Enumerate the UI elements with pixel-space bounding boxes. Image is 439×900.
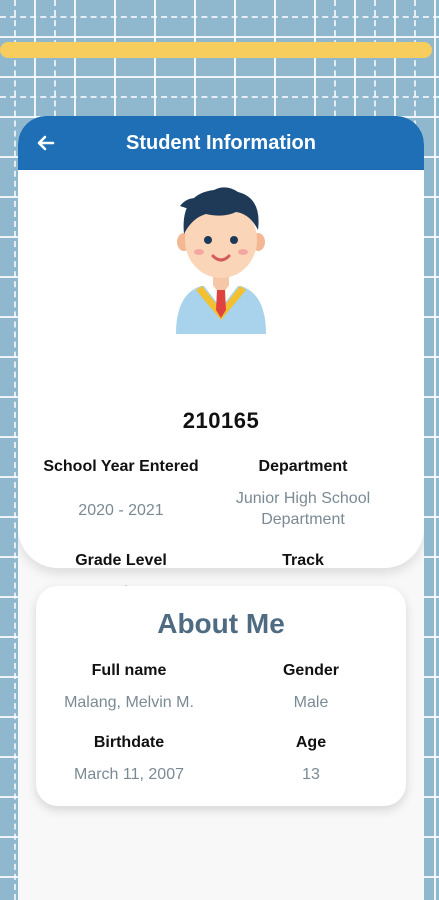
- page-title: Student Information: [126, 131, 316, 154]
- about-me-title: About Me: [157, 608, 285, 639]
- grade-level-label: Grade Level: [75, 552, 167, 569]
- department-value-line1: Junior High School: [235, 490, 371, 507]
- track-label: Track: [282, 552, 324, 569]
- birthdate-label: Birthdate: [93, 734, 165, 751]
- background-dashed-line: [0, 16, 439, 18]
- gender-value: Male: [293, 694, 329, 711]
- full-name-value: Malang, Melvin M.: [64, 694, 194, 711]
- student-info-screen: Student Information 210165 School Year E…: [18, 116, 424, 900]
- department-value-line2: Department: [261, 511, 345, 528]
- age-label: Age: [295, 734, 327, 751]
- department-value: Junior High School Department: [208, 488, 398, 530]
- department-label: Department: [258, 458, 348, 475]
- school-year-label: School Year Entered: [43, 458, 199, 475]
- birthdate-value: March 11, 2007: [74, 766, 184, 783]
- full-name-label: Full name: [91, 662, 167, 679]
- app-header: Student Information: [18, 116, 424, 170]
- gender-label: Gender: [282, 662, 339, 679]
- student-avatar-icon: [176, 187, 266, 334]
- background-dashed-line: [0, 96, 439, 98]
- arrow-left-icon: [37, 135, 55, 151]
- age-value: 13: [302, 766, 320, 783]
- back-button[interactable]: [32, 129, 60, 157]
- background-dashed-line: [14, 0, 16, 900]
- student-id: 210165: [182, 408, 260, 433]
- school-year-value: 2020 - 2021: [78, 502, 164, 519]
- student-info-card: 210165 School Year Entered 2020 - 2021 D…: [18, 170, 424, 601]
- app-background: { "header": { "title": "Student Informat…: [0, 0, 439, 900]
- about-me-card: About Me Full name Malang, Melvin M. Gen…: [36, 586, 406, 806]
- accent-strip: [0, 42, 432, 58]
